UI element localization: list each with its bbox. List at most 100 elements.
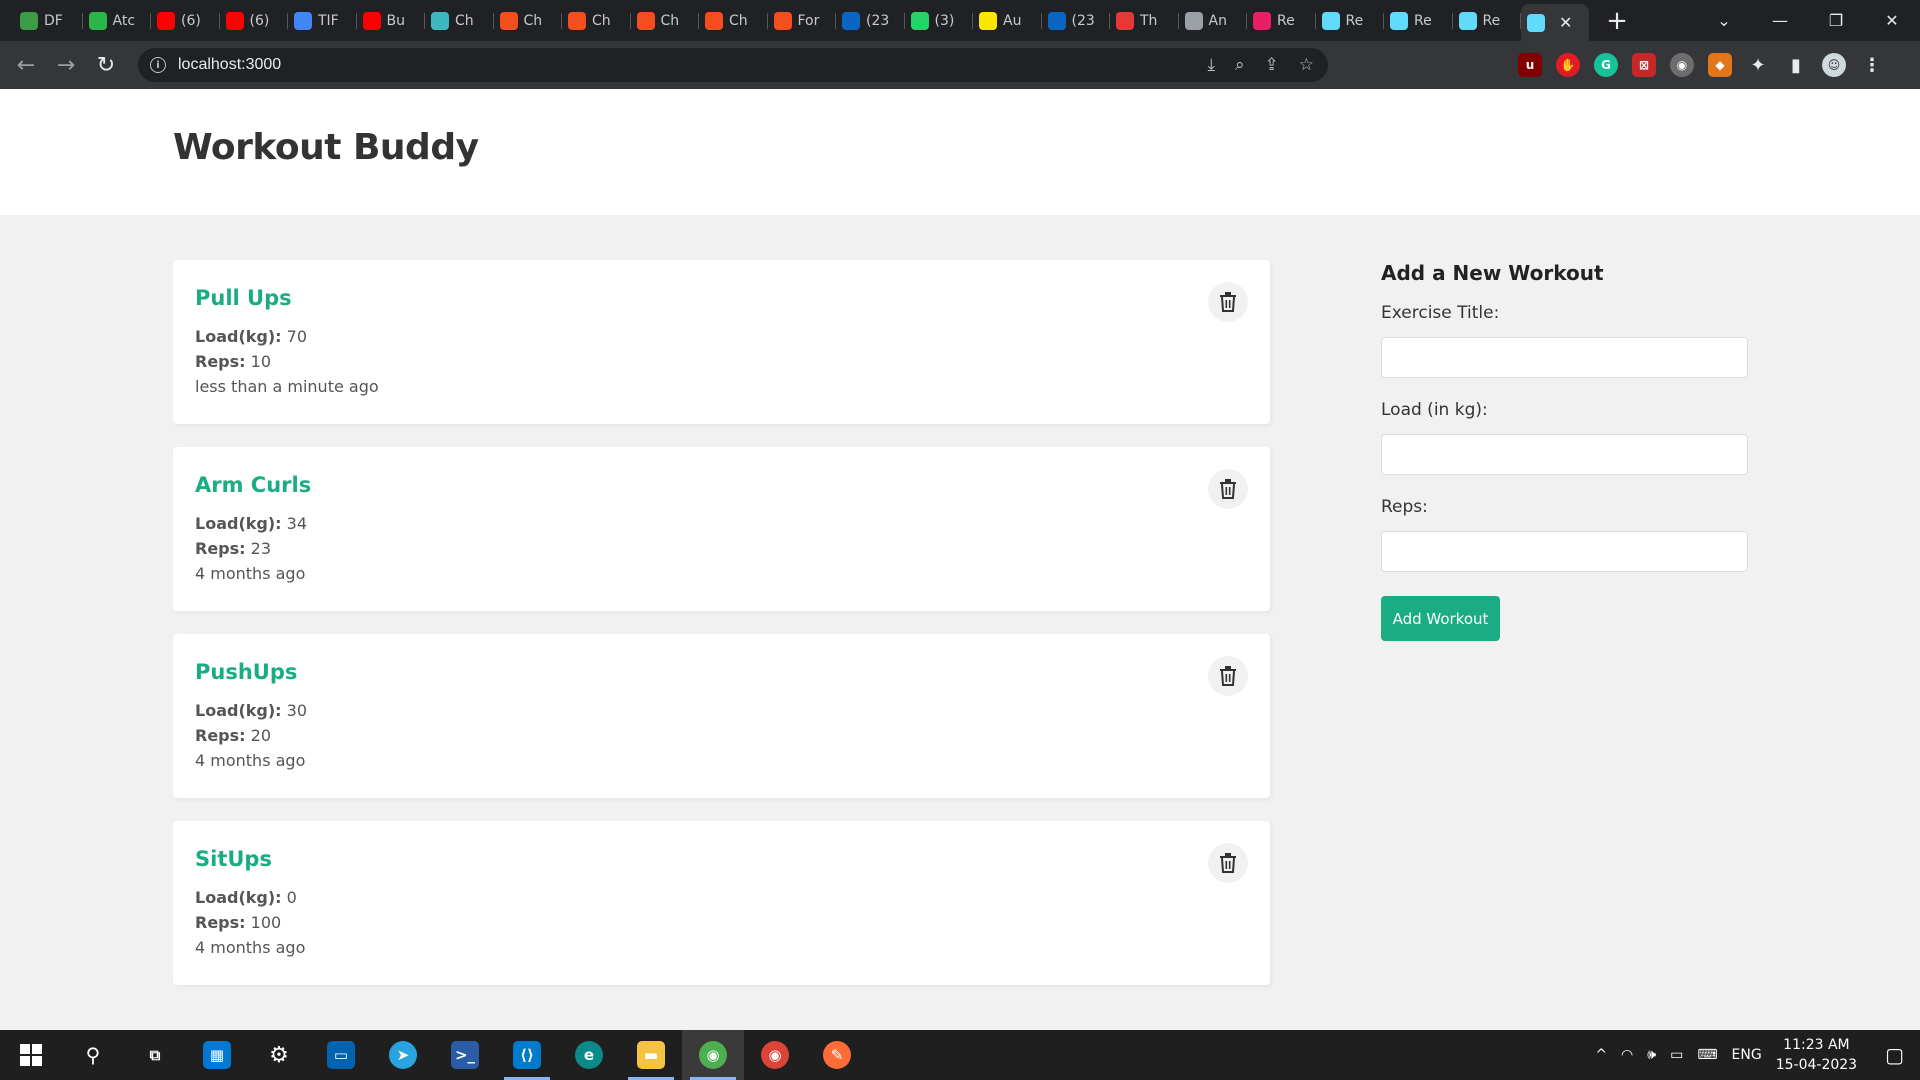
volume-icon[interactable]: 🕪 bbox=[1647, 1047, 1656, 1063]
browser-tab[interactable]: (3) bbox=[905, 0, 974, 41]
browser-tab[interactable]: Th bbox=[1110, 0, 1179, 41]
browser-tab-label: Re bbox=[1482, 12, 1501, 29]
address-bar[interactable]: i localhost:3000 ⤓ ⌕ ⇪ ☆ bbox=[138, 48, 1328, 82]
reps-label: Reps: bbox=[195, 726, 246, 745]
browser-tab[interactable]: Atc bbox=[83, 0, 152, 41]
browser-tab[interactable]: Ch bbox=[494, 0, 563, 41]
restore-button[interactable]: ❐ bbox=[1808, 11, 1864, 30]
stop-hand-icon[interactable]: ✋ bbox=[1556, 53, 1580, 77]
chrome-icon: ◉ bbox=[699, 1041, 727, 1069]
gear-icon: ⚙ bbox=[269, 1042, 289, 1068]
load-input[interactable] bbox=[1381, 434, 1748, 475]
ac-icon bbox=[88, 11, 107, 30]
share-icon[interactable]: ⇪ bbox=[1265, 55, 1279, 75]
taskbar-vscode[interactable]: ⟨⟩ bbox=[496, 1030, 558, 1080]
docs-icon bbox=[294, 11, 312, 30]
reps-label: Reps: bbox=[195, 913, 246, 932]
browser-tab-label: Ch bbox=[455, 12, 474, 29]
bookmark-star-icon[interactable]: ☆ bbox=[1299, 55, 1314, 75]
browser-tab-label: (23 bbox=[1071, 12, 1095, 29]
browser-tab[interactable]: (23 bbox=[836, 0, 905, 41]
pdf-extension-icon[interactable]: ⊠ bbox=[1632, 53, 1656, 77]
workout-card: PushUps Load(kg): 30 Reps: 20 4 months ago bbox=[173, 634, 1270, 798]
window-controls: ⌄ — ❐ ✕ bbox=[1696, 0, 1920, 41]
browser-tab[interactable]: An bbox=[1179, 0, 1248, 41]
delete-workout-button[interactable] bbox=[1208, 656, 1248, 696]
grammarly-icon[interactable]: G bbox=[1594, 53, 1618, 77]
start-button[interactable] bbox=[0, 1030, 62, 1080]
browser-tab[interactable]: For bbox=[768, 0, 837, 41]
browser-tab[interactable]: Re bbox=[1384, 0, 1453, 41]
close-window-button[interactable]: ✕ bbox=[1864, 11, 1920, 30]
reps-value: 100 bbox=[250, 913, 282, 932]
browser-menu-icon[interactable]: ⋮ bbox=[1860, 53, 1884, 77]
browser-tab[interactable]: Bu bbox=[357, 0, 426, 41]
taskbar-postman[interactable]: ✎ bbox=[806, 1030, 868, 1080]
chevron-up-icon[interactable]: ^ bbox=[1595, 1047, 1607, 1063]
browser-tab-label: Ch bbox=[592, 12, 611, 29]
taskbar-edge[interactable]: e bbox=[558, 1030, 620, 1080]
reps-input[interactable] bbox=[1381, 531, 1748, 572]
infinity-icon bbox=[20, 11, 38, 30]
taskbar-chrome-active[interactable]: ◉ bbox=[682, 1030, 744, 1080]
new-tab-button[interactable]: + bbox=[1599, 3, 1635, 39]
language-indicator[interactable]: ENG bbox=[1732, 1047, 1762, 1063]
browser-tab[interactable]: Re bbox=[1247, 0, 1316, 41]
keyboard-icon[interactable]: ⌨ bbox=[1697, 1047, 1717, 1063]
reload-button[interactable]: ↻ bbox=[86, 45, 126, 85]
browser-tab-label: Bu bbox=[386, 12, 405, 29]
browser-tab[interactable]: Ch bbox=[699, 0, 768, 41]
tab-search-icon[interactable]: ⌄ bbox=[1696, 11, 1752, 30]
taskbar-desktop-app[interactable]: ▭ bbox=[310, 1030, 372, 1080]
reps-label: Reps: bbox=[1381, 497, 1428, 517]
clock-time: 11:23 AM bbox=[1783, 1037, 1850, 1053]
exercise-title-input[interactable] bbox=[1381, 337, 1748, 378]
minimize-button[interactable]: — bbox=[1752, 11, 1808, 30]
browser-tab[interactable]: Ch bbox=[631, 0, 700, 41]
delete-workout-button[interactable] bbox=[1208, 843, 1248, 883]
extensions-puzzle-icon[interactable]: ✦ bbox=[1746, 53, 1770, 77]
taskbar-chrome[interactable]: ◉ bbox=[744, 1030, 806, 1080]
browser-tab[interactable]: Re bbox=[1453, 0, 1522, 41]
back-button[interactable]: ← bbox=[6, 45, 46, 85]
clock[interactable]: 11:23 AM 15-04-2023 bbox=[1776, 1035, 1857, 1075]
search-button[interactable]: ⚲ bbox=[62, 1030, 124, 1080]
forward-button[interactable]: → bbox=[46, 45, 86, 85]
browser-tab[interactable]: (6) bbox=[151, 0, 220, 41]
trash-icon bbox=[1220, 292, 1236, 312]
close-tab-icon[interactable]: ✕ bbox=[1559, 13, 1572, 32]
add-workout-button[interactable]: Add Workout bbox=[1381, 596, 1500, 641]
taskbar-file-explorer[interactable]: ▬ bbox=[620, 1030, 682, 1080]
side-panel-icon[interactable]: ▮ bbox=[1784, 53, 1808, 77]
browser-tab[interactable]: (23 bbox=[1042, 0, 1111, 41]
taskbar-store[interactable]: ▦ bbox=[186, 1030, 248, 1080]
browser-tab[interactable]: Au bbox=[973, 0, 1042, 41]
taskbar-settings[interactable]: ⚙ bbox=[248, 1030, 310, 1080]
url-text[interactable]: localhost:3000 bbox=[178, 56, 281, 74]
site-info-icon[interactable]: i bbox=[150, 57, 166, 73]
delete-workout-button[interactable] bbox=[1208, 469, 1248, 509]
site-title[interactable]: Workout Buddy bbox=[173, 127, 479, 168]
zoom-icon[interactable]: ⌕ bbox=[1235, 55, 1245, 75]
taskbar-powershell[interactable]: >_ bbox=[434, 1030, 496, 1080]
react-icon bbox=[1253, 11, 1271, 30]
wifi-icon[interactable]: ◠ bbox=[1621, 1047, 1633, 1063]
taskbar-telegram[interactable]: ➤ bbox=[372, 1030, 434, 1080]
browser-tab[interactable]: (6) bbox=[220, 0, 289, 41]
battery-icon[interactable]: ▭ bbox=[1670, 1047, 1683, 1063]
browser-tab[interactable]: TIF bbox=[288, 0, 357, 41]
delete-workout-button[interactable] bbox=[1208, 282, 1248, 322]
task-view-button[interactable]: ⧉ bbox=[124, 1030, 186, 1080]
browser-tab[interactable]: DF bbox=[14, 0, 83, 41]
metamask-icon[interactable]: ◆ bbox=[1708, 53, 1732, 77]
ublock-icon[interactable]: u bbox=[1518, 53, 1542, 77]
load-value: 70 bbox=[286, 327, 308, 346]
browser-tab[interactable]: Ch bbox=[562, 0, 631, 41]
install-app-icon[interactable]: ⤓ bbox=[1207, 55, 1215, 75]
profile-avatar-icon[interactable]: ☺ bbox=[1822, 53, 1846, 77]
browser-tab[interactable]: Ch bbox=[425, 0, 494, 41]
browser-tab[interactable]: Re bbox=[1316, 0, 1385, 41]
notification-icon[interactable]: ▢ bbox=[1885, 1043, 1904, 1067]
browser-tab-active[interactable]: ✕ bbox=[1521, 4, 1589, 41]
owl-extension-icon[interactable]: ◉ bbox=[1670, 53, 1694, 77]
